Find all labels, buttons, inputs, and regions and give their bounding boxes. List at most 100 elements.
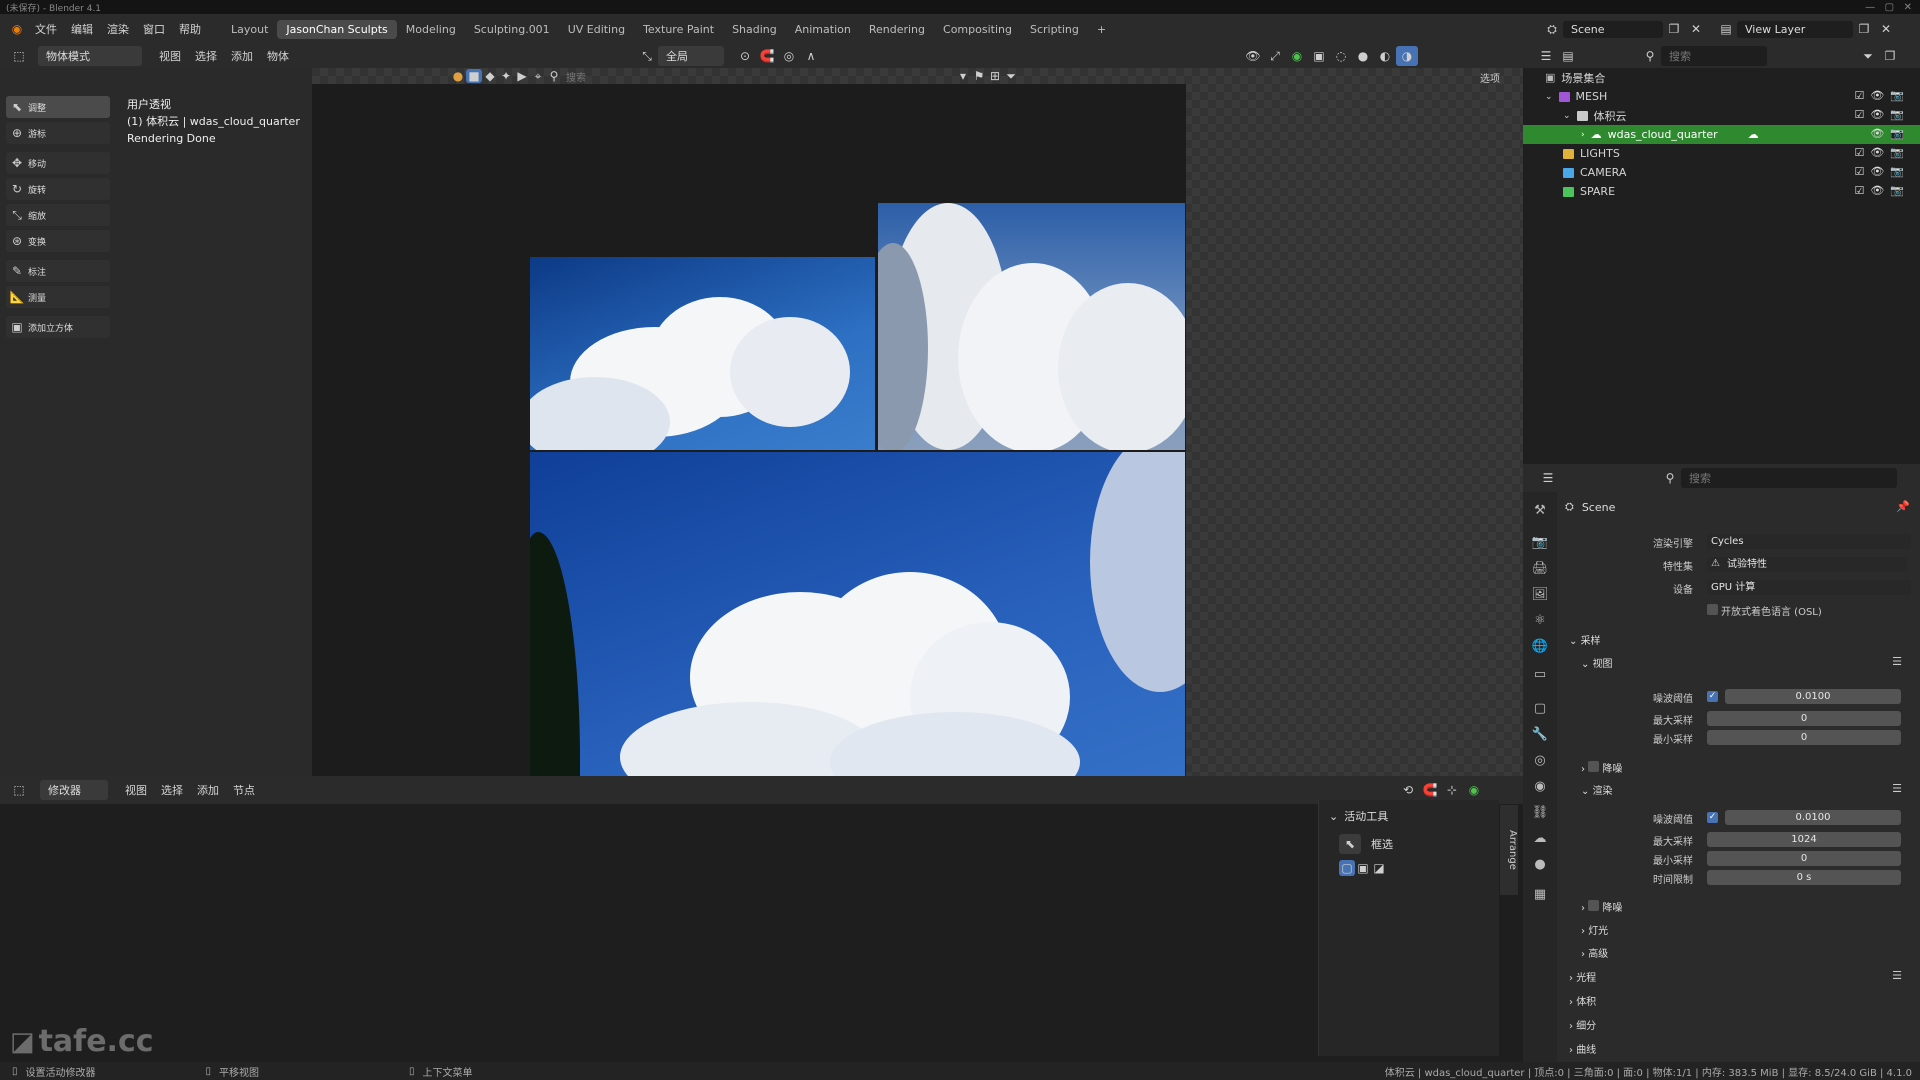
render-tab-icon[interactable]: 📷 [1529,532,1551,554]
node-menu-view[interactable]: 视图 [118,782,154,798]
material-tab-icon[interactable]: ● [1529,854,1551,876]
expand-arrow-icon[interactable]: › [1581,130,1585,140]
transform-orientation-icon[interactable]: ⤡ [636,46,658,66]
scene-field[interactable]: Scene [1563,20,1663,38]
bookmark-icon[interactable]: ▾ [955,69,971,83]
viewport-noise-threshold-checkbox[interactable]: ✓ [1707,691,1718,702]
properties-type-icon[interactable]: ☰ [1537,468,1559,488]
outliner-search-input[interactable]: 搜索 [1661,46,1767,66]
constraints-tab-icon[interactable]: ⛓ [1529,802,1551,824]
node-menu-select[interactable]: 选择 [154,782,190,798]
object-filter-icon[interactable]: ■ [466,69,482,83]
tool-transform[interactable]: ⊛ 变换 [6,230,110,252]
outliner-row-mesh[interactable]: ⌄ MESH ☑👁📷 [1523,87,1920,106]
blender-logo-icon[interactable]: ◉ [6,19,28,39]
render-max-samples-field[interactable]: 1024 [1707,832,1901,847]
tool-annotate[interactable]: ✎ 标注 [6,260,110,282]
world-tab-icon[interactable]: 🌐 [1529,636,1551,658]
viewport-noise-threshold-field[interactable]: 0.0100 [1725,689,1901,704]
node-editor-type-icon[interactable]: ⬚ [8,780,30,800]
pivot-icon[interactable]: ⊙ [734,46,756,66]
outliner-row-volume-cloud[interactable]: ⌄ 体积云 ☑👁📷 [1523,106,1920,125]
tab-compositing[interactable]: Compositing [934,20,1021,39]
render-min-samples-field[interactable]: 0 [1707,851,1901,866]
filter-icon[interactable]: ⏷ [1003,69,1019,83]
node-tree-type-dropdown[interactable]: 修改器 [40,780,108,800]
pin-icon[interactable]: 📌 [1896,500,1910,513]
outliner-row-scene-collection[interactable]: ▣ 场景集合 [1523,68,1920,87]
node-snap-options-icon[interactable]: ⊹ [1441,780,1463,800]
tree-icon[interactable]: ⊞ [987,69,1003,83]
proportional-edit-icon[interactable]: ◎ [778,46,800,66]
tab-shading[interactable]: Shading [723,20,786,39]
new-collection-icon[interactable]: ❐ [1879,46,1901,66]
physics-tab-icon[interactable]: ◉ [1529,776,1551,798]
tab-modeling[interactable]: Modeling [397,20,465,39]
render-denoise-subpanel[interactable]: › 降噪 [1581,899,1622,914]
curves-panel[interactable]: › 曲线 [1569,1041,1596,1056]
tab-uv-editing[interactable]: UV Editing [559,20,634,39]
tab-sculpting[interactable]: Sculpting.001 [465,20,559,39]
visibility-icon[interactable]: 👁 [1242,46,1264,66]
select-subtract-icon[interactable]: ◪ [1371,860,1387,876]
feature-set-dropdown[interactable]: 试验特性 [1707,557,1907,572]
tool-tab-icon[interactable]: ⚒ [1529,500,1551,522]
viewport-options-dropdown[interactable]: 选项 [1480,70,1500,85]
osl-checkbox[interactable] [1707,604,1718,615]
scene-icon[interactable]: ⛭ [1541,19,1563,39]
outliner-row-lights[interactable]: LIGHTS ☑👁📷 [1523,144,1920,163]
object-tab-icon[interactable]: ▢ [1529,698,1551,720]
render-noise-threshold-checkbox[interactable]: ✓ [1707,812,1718,823]
menu-help[interactable]: 帮助 [172,21,208,37]
tab-scripting[interactable]: Scripting [1021,20,1088,39]
menu-edit[interactable]: 编辑 [64,21,100,37]
mesh-filter-icon[interactable]: ◆ [482,69,498,83]
viewport-subpanel-header[interactable]: ⌄ 视图 [1581,655,1613,670]
new-view-layer-icon[interactable]: ❐ [1853,19,1875,39]
lights-subpanel[interactable]: › 灯光 [1581,922,1608,937]
camera-filter-icon[interactable]: ▶ [514,69,530,83]
menu-render[interactable]: 渲染 [100,21,136,37]
render-engine-dropdown[interactable]: Cycles [1707,534,1911,549]
material-icon[interactable]: ● [450,69,466,83]
volumes-panel[interactable]: › 体积 [1569,993,1596,1008]
viewport-max-samples-field[interactable]: 0 [1707,711,1901,726]
sampling-panel-header[interactable]: ⌄ 采样 [1569,632,1601,647]
select-new-icon[interactable]: ▢ [1339,860,1355,876]
viewport-menu-add[interactable]: 添加 [224,48,260,64]
visibility-toggles[interactable]: ☑👁📷 [1854,146,1910,159]
falloff-icon[interactable]: ∧ [800,46,822,66]
tab-texture-paint[interactable]: Texture Paint [634,20,723,39]
snap-icon[interactable]: 🧲 [756,46,778,66]
delete-scene-icon[interactable]: ✕ [1685,19,1707,39]
viewport-search-input[interactable]: 搜索 [566,69,586,84]
search-icon[interactable]: ⚲ [546,69,562,83]
editor-type-icon[interactable]: ⬚ [8,46,30,66]
material-shading-icon[interactable]: ◐ [1374,46,1396,66]
node-overlay-icon[interactable]: ◉ [1463,780,1485,800]
tab-animation[interactable]: Animation [786,20,860,39]
particles-tab-icon[interactable]: ◎ [1529,750,1551,772]
outliner-type-icon[interactable]: ☰ [1535,46,1557,66]
tab-layout[interactable]: Layout [222,20,277,39]
node-pin-icon[interactable]: ⟲ [1397,780,1419,800]
view-layer-field[interactable]: View Layer [1737,20,1853,38]
subdivision-panel[interactable]: › 细分 [1569,1017,1596,1032]
viewport-denoise-subpanel[interactable]: › 降噪 [1581,760,1622,775]
modifier-node-canvas[interactable] [0,804,1523,1062]
mode-dropdown[interactable]: 物体模式 [38,46,142,66]
tool-measure[interactable]: 📐 测量 [6,286,110,308]
new-scene-icon[interactable]: ❐ [1663,19,1685,39]
arrange-side-tab[interactable]: Arrange [1500,805,1518,895]
node-menu-add[interactable]: 添加 [190,782,226,798]
render-subpanel-header[interactable]: ⌄ 渲染 [1581,782,1613,797]
tool-scale[interactable]: ⤡ 缩放 [6,204,110,226]
data-tab-icon[interactable]: ☁ [1529,828,1551,850]
menu-window[interactable]: 窗口 [136,21,172,37]
scene-tab-icon[interactable]: ⚛ [1529,610,1551,632]
node-menu-node[interactable]: 节点 [226,782,262,798]
solid-shading-icon[interactable]: ● [1352,46,1374,66]
transform-orientation-dropdown[interactable]: 全局 [658,46,724,66]
light-paths-panel[interactable]: › 光程 [1569,969,1596,984]
render-noise-threshold-field[interactable]: 0.0100 [1725,810,1901,825]
